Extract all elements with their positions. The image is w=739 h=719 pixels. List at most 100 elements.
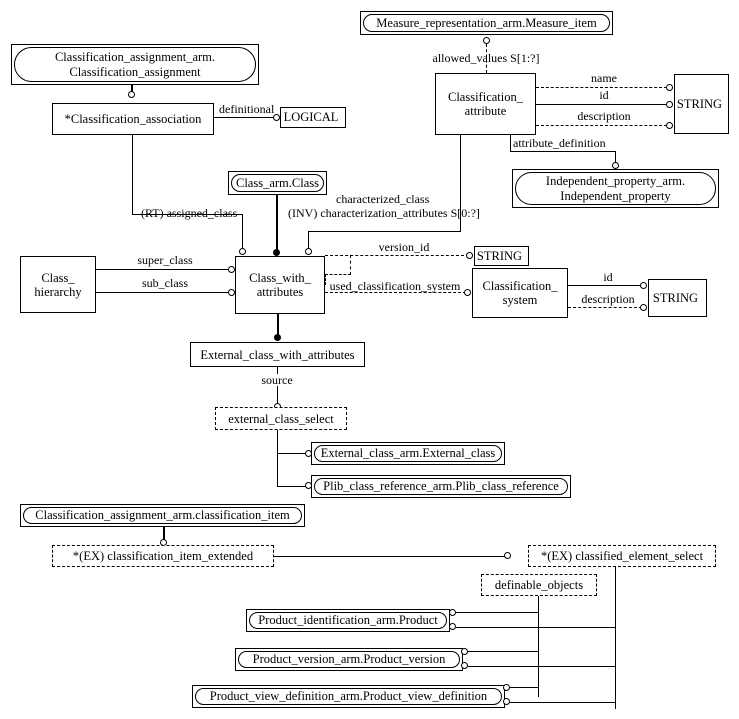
line-definitional <box>214 117 275 118</box>
entity-product-ref-label: Product_identification_arm.Product <box>249 612 447 629</box>
entity-plib-class-reference-ref-label: Plib_class_reference_arm.Plib_class_refe… <box>314 478 568 495</box>
entity-external-class-ref-label: External_class_arm.External_class <box>314 445 502 462</box>
label-allowed-values: allowed_values S[1:?] <box>432 51 540 65</box>
relation-circle-product-version-classified <box>461 662 468 669</box>
label-system-description: description <box>581 292 635 306</box>
entity-class-with-attributes-label-2: attributes <box>256 285 304 299</box>
entity-independent-property-ref-label-2: Independent_property <box>560 188 671 203</box>
label-definitional: definitional <box>219 102 275 116</box>
line-super-class <box>96 269 230 270</box>
entity-product-version-ref[interactable]: Product_version_arm.Product_version <box>235 648 463 671</box>
entity-class-hierarchy[interactable]: Class_ hierarchy <box>20 256 96 313</box>
entity-classification-assignment-ref[interactable]: Classification_assignment_arm. Classific… <box>11 44 259 85</box>
entity-product-version-ref-label: Product_version_arm.Product_version <box>238 651 460 668</box>
line-product-definable <box>456 612 539 613</box>
label-characterization-attributes: (INV) characterization_attributes S[0:?] <box>288 206 480 220</box>
entity-external-class-ref[interactable]: External_class_arm.External_class <box>311 442 505 465</box>
entity-measure-item-ref[interactable]: Measure_representation_arm.Measure_item <box>360 11 613 35</box>
line-pvd-classified <box>510 702 616 703</box>
entity-classification-item-ref-label: Classification_assignment_arm.classifica… <box>23 507 302 524</box>
line-external-select-branch-1 <box>277 453 307 454</box>
entity-classification-association[interactable]: *Classification_association <box>52 103 214 135</box>
type-string-2-label: STRING <box>476 248 523 263</box>
entity-class-hierarchy-label-1: Class_ <box>41 270 75 285</box>
relation-circle-assigned-class <box>239 248 246 255</box>
relation-circle-class-supertype <box>273 249 280 256</box>
select-external-class-select[interactable]: external_class_select <box>215 407 347 430</box>
entity-classification-assignment-ref-body: Classification_assignment_arm. Classific… <box>14 47 256 82</box>
type-string-2[interactable]: STRING <box>474 246 529 266</box>
type-string-3-label: STRING <box>652 290 699 305</box>
type-string-1-label: STRING <box>676 96 723 111</box>
relation-circle-name <box>666 84 673 91</box>
select-classified-element-select-label: *(EX) classified_element_select <box>540 549 704 563</box>
entity-classification-association-label: *Classification_association <box>64 112 202 126</box>
label-source: source <box>258 374 296 386</box>
entity-classification-system-label-1: Classification_ <box>482 279 558 293</box>
label-attr-description: description <box>577 109 631 123</box>
relation-circle-version-id <box>466 252 473 259</box>
select-external-class-select-label: external_class_select <box>228 411 334 426</box>
entity-independent-property-ref-body: Independent_property_arm. Independent_pr… <box>515 172 716 205</box>
line-external-select-branch-2 <box>277 486 307 487</box>
line-product-version-classified <box>468 666 616 667</box>
type-logical-label: LOGICAL <box>283 110 339 124</box>
entity-product-view-definition-ref[interactable]: Product_view_definition_arm.Product_view… <box>192 685 505 708</box>
line-version-id-h2 <box>325 274 351 275</box>
entity-measure-item-ref-label: Measure_representation_arm.Measure_item <box>363 14 610 32</box>
entity-product-ref[interactable]: Product_identification_arm.Product <box>246 609 450 632</box>
label-attribute-definition: attribute_definition <box>513 136 606 150</box>
relation-circle-pvd-definable <box>503 684 510 691</box>
line-classified-element-select-trunk <box>615 567 616 709</box>
entity-classification-assignment-ref-label-1: Classification_assignment_arm. <box>54 50 216 65</box>
express-g-diagram: Measure_representation_arm.Measure_item … <box>0 0 739 719</box>
relation-circle-super-class <box>228 266 235 273</box>
relation-circle-classified-element-select <box>504 552 511 559</box>
relation-circle-product-version-definable <box>461 648 468 655</box>
select-definable-objects[interactable]: definable_objects <box>481 574 597 596</box>
line-attribute-definition-h <box>510 151 615 152</box>
line-pvd-definable <box>510 687 539 688</box>
line-assigned-class-v1 <box>132 135 133 214</box>
entity-class-hierarchy-label-2: hierarchy <box>34 284 82 299</box>
select-definable-objects-label: definable_objects <box>494 578 584 592</box>
entity-class-with-attributes[interactable]: Class_with_ attributes <box>235 256 325 314</box>
relation-circle-system-id <box>640 282 647 289</box>
entity-class-arm-class-ref[interactable]: Class_arm.Class <box>228 171 327 195</box>
line-subtype-class-with-attributes <box>276 195 278 252</box>
select-classification-item-extended[interactable]: *(EX) classification_item_extended <box>52 545 274 567</box>
select-classified-element-select[interactable]: *(EX) classified_element_select <box>528 545 716 567</box>
relation-circle-used-classification-system <box>464 289 471 296</box>
label-characterized-class: characterized_class <box>336 192 430 206</box>
entity-external-class-with-attributes[interactable]: External_class_with_attributes <box>190 342 365 367</box>
label-super-class: super_class <box>137 253 193 267</box>
entity-classification-attribute-label-2: attribute <box>464 104 507 118</box>
line-version-id-h <box>325 255 469 256</box>
label-attr-id: id <box>599 88 609 102</box>
entity-independent-property-ref[interactable]: Independent_property_arm. Independent_pr… <box>512 169 719 208</box>
entity-classification-attribute[interactable]: Classification_ attribute <box>435 73 536 135</box>
relation-circle-system-description <box>640 304 647 311</box>
relation-circle-allowed-values <box>483 37 490 44</box>
line-system-description <box>568 307 642 308</box>
line-version-id-v2 <box>350 255 351 275</box>
relation-circle-definitional <box>273 114 280 121</box>
type-logical[interactable]: LOGICAL <box>280 107 346 128</box>
entity-independent-property-ref-label-1: Independent_property_arm. <box>545 174 686 189</box>
type-string-3[interactable]: STRING <box>648 279 707 317</box>
entity-classification-system[interactable]: Classification_ system <box>472 268 568 318</box>
entity-plib-class-reference-ref[interactable]: Plib_class_reference_arm.Plib_class_refe… <box>311 475 571 498</box>
relation-circle-product-definable <box>449 609 456 616</box>
label-version-id: version_id <box>378 240 430 254</box>
type-string-1[interactable]: STRING <box>674 74 729 134</box>
line-characterization-attributes-h <box>308 231 461 232</box>
label-used-classification-system: used_classification_system <box>329 279 461 293</box>
relation-circle-id <box>666 101 673 108</box>
entity-classification-item-ref[interactable]: Classification_assignment_arm.classifica… <box>20 504 305 527</box>
line-assigned-class-v2 <box>242 214 243 249</box>
line-characterization-attributes-v2 <box>308 231 309 249</box>
select-classification-item-extended-label: *(EX) classification_item_extended <box>72 549 254 563</box>
line-product-version-definable <box>468 651 539 652</box>
relation-circle-attribute-definition <box>612 162 619 169</box>
relation-circle-classification-assignment <box>128 91 135 98</box>
